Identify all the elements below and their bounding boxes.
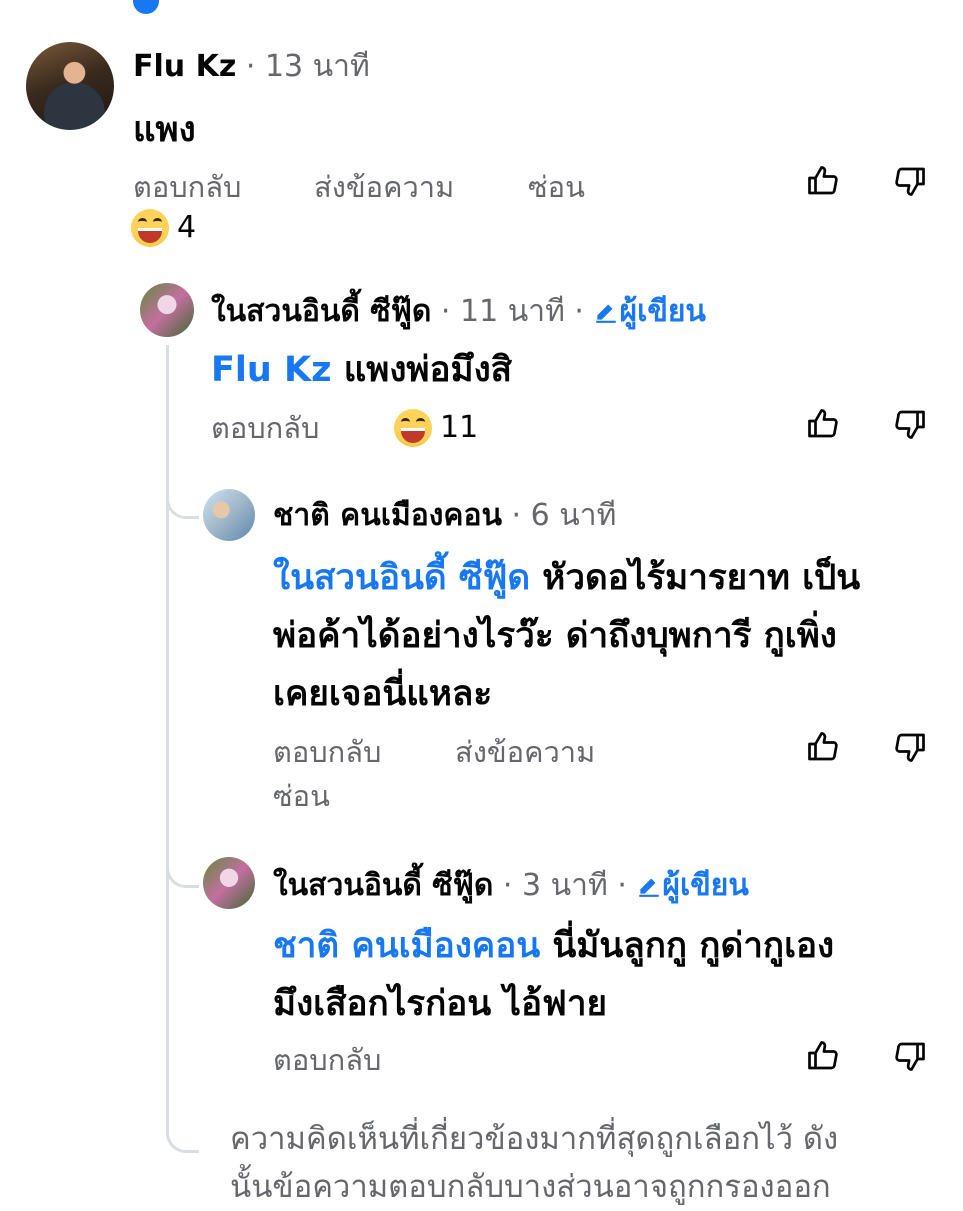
filtered-replies-note: ความคิดเห็นที่เกี่ยวข้องมากที่สุดถูกเลือ…: [230, 1115, 950, 1211]
reaction-summary[interactable]: 4: [131, 208, 196, 248]
thread-curve-level1-bottom: [166, 1110, 199, 1153]
reply-text-line2: มึงเสือกไรก่อน ไอ้ฟาย: [273, 984, 607, 1024]
reply-button[interactable]: ตอบกลับ: [211, 408, 319, 448]
thread-line-level1: [166, 345, 169, 1115]
reply-text-line2: พ่อค้าได้อย่างไรว๊ะ ด่าถึงบุพการี กูเพิ่…: [273, 616, 837, 656]
separator: ·: [245, 49, 256, 84]
reply-time[interactable]: 3 นาที: [522, 868, 608, 903]
reply-text-line1: หัวดอไร้มารยาท เป็น: [542, 558, 861, 598]
reply-text-line3: เคยเจอนี่แหละ: [273, 674, 493, 714]
pencil-icon: [596, 304, 617, 323]
grinning-emoji-icon: [394, 409, 432, 447]
thumbs-up-icon[interactable]: [805, 406, 841, 442]
reply-author[interactable]: ในสวนอินดี้ ซีฟู๊ด: [273, 868, 493, 903]
reply-text: ในสวนอินดี้ ซีฟู๊ด หัวดอไร้มารยาท เป็น พ…: [273, 549, 943, 723]
reaction-count: 4: [177, 210, 197, 245]
comment-header: Flu Kz · 13 นาที: [133, 47, 370, 87]
reply-header: ในสวนอินดี้ ซีฟู๊ด · 11 นาที · ผู้เขียน: [211, 292, 706, 332]
reply-author[interactable]: ในสวนอินดี้ ซีฟู๊ด: [211, 294, 431, 329]
reply-header: ในสวนอินดี้ ซีฟู๊ด · 3 นาที · ผู้เขียน: [273, 866, 749, 906]
thumbs-down-icon[interactable]: [892, 163, 928, 199]
avatar-flu-kz[interactable]: [26, 42, 114, 130]
reply-author[interactable]: ชาติ คนเมืองคอน: [273, 498, 502, 533]
thumbs-up-icon[interactable]: [805, 729, 841, 765]
reply-time[interactable]: 6 นาที: [531, 498, 617, 533]
author-badge: ผู้เขียน: [593, 294, 706, 329]
reply-time[interactable]: 11 นาที: [460, 294, 565, 329]
reply-text-content: แพงพ่อมึงสิ: [343, 350, 513, 390]
comment-time[interactable]: 13 นาที: [265, 49, 370, 84]
reply-text: Flu Kz แพงพ่อมึงสิ: [211, 341, 512, 399]
separator: ·: [574, 294, 584, 329]
pencil-icon: [639, 878, 660, 897]
reply-button[interactable]: ตอบกลับ: [133, 167, 241, 207]
comment-text: แพง: [133, 110, 196, 150]
hide-button[interactable]: ซ่อน: [273, 776, 330, 816]
thumbs-down-icon[interactable]: [892, 729, 928, 765]
separator: ·: [617, 868, 627, 903]
avatar-suan-indy[interactable]: [140, 283, 194, 337]
separator: ·: [511, 498, 522, 533]
reply-header: ชาติ คนเมืองคอน · 6 นาที: [273, 496, 616, 536]
mention-link[interactable]: ในสวนอินดี้ ซีฟู๊ด: [273, 558, 530, 598]
avatar-chat-khon-mueang-khon[interactable]: [203, 489, 255, 541]
reply-text: ชาติ คนเมืองคอน นี่มันลูกกู กูด่ากูเอง ม…: [273, 917, 943, 1033]
avatar-suan-indy[interactable]: [203, 857, 255, 909]
separator: ·: [502, 868, 513, 903]
reply-text-line1: นี่มันลูกกู กูด่ากูเอง: [552, 926, 835, 966]
thumbs-up-icon[interactable]: [805, 163, 841, 199]
separator: ·: [440, 294, 451, 329]
comment-author[interactable]: Flu Kz: [133, 49, 236, 84]
grinning-emoji-icon: [131, 209, 169, 247]
thread-curve-reply1: [166, 470, 199, 519]
thumbs-down-icon[interactable]: [892, 1038, 928, 1074]
partial-avatar-top: [133, 0, 159, 14]
reply-button[interactable]: ตอบกลับ: [273, 732, 381, 772]
hide-button[interactable]: ซ่อน: [528, 167, 585, 207]
thumbs-down-icon[interactable]: [892, 406, 928, 442]
author-badge: ผู้เขียน: [636, 868, 749, 903]
reply-button[interactable]: ตอบกลับ: [273, 1040, 381, 1080]
mention-link[interactable]: Flu Kz: [211, 350, 332, 390]
note-line1: ความคิดเห็นที่เกี่ยวข้องมากที่สุดถูกเลือ…: [230, 1121, 839, 1157]
thread-curve-reply2: [166, 830, 199, 888]
reaction-count: 11: [440, 410, 479, 445]
send-message-button[interactable]: ส่งข้อความ: [455, 732, 595, 772]
reaction-summary[interactable]: 11: [394, 408, 478, 448]
mention-link[interactable]: ชาติ คนเมืองคอน: [273, 926, 540, 966]
thumbs-up-icon[interactable]: [805, 1038, 841, 1074]
note-line2: นั้นข้อความตอบกลับบางส่วนอาจถูกกรองออก: [230, 1169, 831, 1205]
send-message-button[interactable]: ส่งข้อความ: [314, 167, 454, 207]
